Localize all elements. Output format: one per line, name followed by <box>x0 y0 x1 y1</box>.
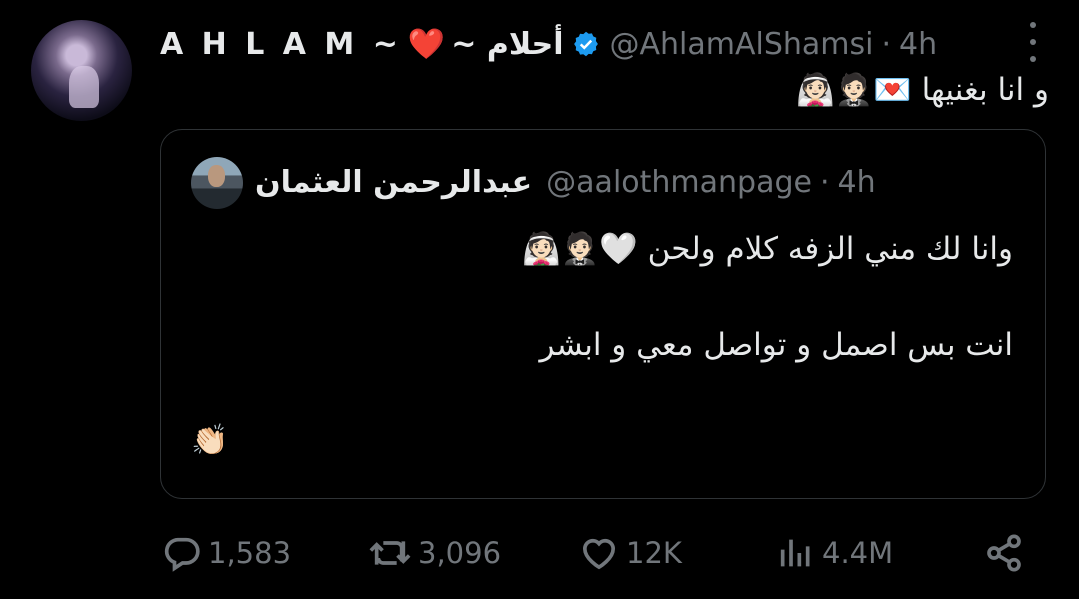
reply-icon <box>164 537 200 572</box>
quoted-text-line-1: وانا لك مني الزفه كلام ولحن 🤍🤵🏻👰🏻 <box>521 231 1013 267</box>
tweet-timestamp[interactable]: 4h <box>899 27 937 62</box>
like-count: 12K <box>626 536 682 570</box>
retweet-count: 3,096 <box>418 536 502 570</box>
avatar-figure <box>69 66 99 108</box>
quoted-author-name[interactable]: عبدالرحمن العثمان <box>255 165 532 200</box>
heart-emoji: ❤️ <box>407 26 446 62</box>
like-button[interactable]: 12K <box>578 528 682 578</box>
view-count: 4.4M <box>822 536 894 570</box>
quoted-author-avatar[interactable] <box>191 157 243 209</box>
share-icon <box>987 534 1021 572</box>
separator-dot: · <box>881 26 892 62</box>
verified-badge-icon <box>572 30 600 58</box>
quoted-tweet[interactable]: عبدالرحمن العثمان @aalothmanpage · 4h وا… <box>160 129 1046 499</box>
share-button[interactable] <box>984 528 1024 578</box>
reply-count: 1,583 <box>208 536 292 570</box>
quoted-tweet-timestamp[interactable]: 4h <box>838 165 876 200</box>
views-chart-icon <box>780 539 810 567</box>
author-avatar[interactable] <box>31 20 132 121</box>
clapping-hands-emoji: 👏🏻 <box>191 423 229 458</box>
retweet-button[interactable]: 3,096 <box>368 528 501 578</box>
quoted-tweet-header: عبدالرحمن العثمان @aalothmanpage · 4h <box>255 161 876 203</box>
tweet-text: و انا بغنيها 💌🤵🏻👰🏻 <box>795 72 1049 108</box>
quoted-text-line-2: انت بس اصمل و تواصل معي و ابشر <box>539 327 1013 363</box>
quoted-author-handle[interactable]: @aalothmanpage <box>546 165 812 200</box>
action-bar: 1,583 3,096 12K 4.4M <box>0 528 1079 578</box>
heart-icon <box>582 538 616 570</box>
tweet-header: A H L A M ~ ❤️ ~ أحلام @AhlamAlShamsi · … <box>160 22 937 66</box>
reply-button[interactable]: 1,583 <box>162 528 291 578</box>
views-button[interactable]: 4.4M <box>776 528 893 578</box>
more-options-icon[interactable] <box>1025 22 1041 62</box>
author-name[interactable]: A H L A M ~ <box>160 27 402 62</box>
author-handle[interactable]: @AhlamAlShamsi <box>610 27 874 62</box>
quoted-separator-dot: · <box>819 164 830 200</box>
author-name-arabic[interactable]: ~ أحلام <box>451 27 563 62</box>
retweet-icon <box>369 541 411 565</box>
